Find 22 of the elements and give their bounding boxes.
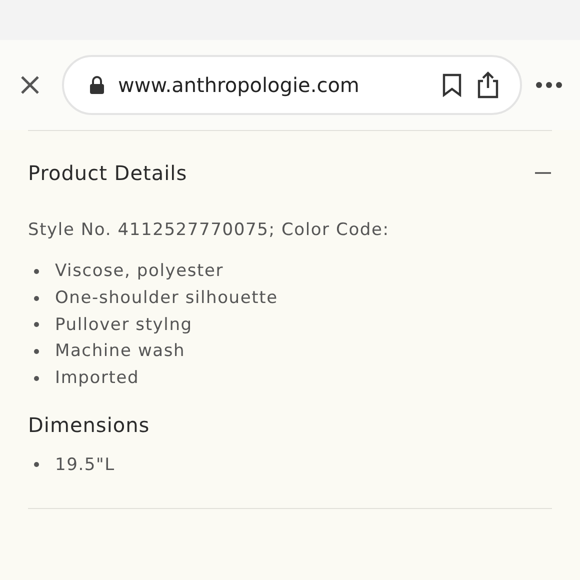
style-number: Style No. 4112527770075; Color Code: bbox=[28, 220, 390, 240]
lock-icon bbox=[90, 76, 104, 94]
bullet-icon bbox=[34, 296, 39, 301]
url-text: www.anthropologie.com bbox=[118, 73, 360, 97]
bookmark-icon[interactable] bbox=[442, 73, 462, 97]
list-item: Machine wash bbox=[55, 341, 186, 362]
bullet-icon bbox=[34, 322, 39, 328]
share-icon[interactable] bbox=[476, 71, 500, 99]
list-item: Viscose, polyester bbox=[55, 261, 224, 282]
list-item: 19.5"L bbox=[55, 454, 115, 475]
bullet-icon bbox=[34, 376, 39, 381]
list-item: Pullover stylng bbox=[55, 314, 192, 335]
close-icon[interactable] bbox=[20, 75, 40, 95]
bullet-icon bbox=[34, 268, 39, 274]
address-field[interactable]: www.anthropologie.com bbox=[62, 55, 522, 115]
more-icon[interactable] bbox=[536, 82, 562, 88]
section-subtitle: Dimensions bbox=[28, 413, 151, 438]
bullet-icon bbox=[34, 348, 39, 354]
list-item: One-shoulder silhouette bbox=[55, 288, 278, 308]
list-item: Imported bbox=[55, 368, 140, 388]
section-title: Product Details bbox=[28, 161, 188, 185]
bullet-icon bbox=[34, 462, 39, 468]
